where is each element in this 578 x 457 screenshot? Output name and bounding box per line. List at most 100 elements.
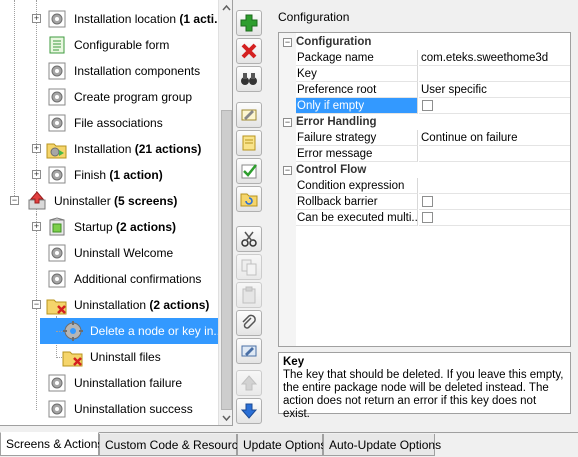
tree-item-file-associations[interactable]: File associations bbox=[46, 111, 163, 135]
property-error-message[interactable]: Error message bbox=[279, 146, 570, 162]
collapse-toggle[interactable]: − bbox=[10, 196, 19, 205]
property-only-if-empty[interactable]: Only if empty bbox=[279, 98, 570, 114]
expand-toggle[interactable]: + bbox=[32, 144, 41, 153]
paperclip-icon bbox=[242, 314, 256, 329]
property-value[interactable] bbox=[419, 146, 570, 162]
cut-button[interactable] bbox=[236, 226, 262, 252]
tree-item-uninstallation-success[interactable]: Uninstallation success bbox=[46, 397, 193, 421]
tree-item-finish[interactable]: Finish (1 action) bbox=[46, 163, 163, 187]
property-value[interactable] bbox=[419, 98, 570, 114]
property-value[interactable]: com.eteks.sweethome3d bbox=[419, 50, 570, 66]
scroll-down-arrow[interactable] bbox=[219, 410, 232, 425]
category-error-handling[interactable]: − Error Handling bbox=[279, 114, 570, 130]
collapse-toggle[interactable]: − bbox=[283, 118, 292, 127]
binoculars-icon bbox=[241, 73, 257, 85]
tree-line bbox=[36, 214, 37, 410]
check-button[interactable] bbox=[236, 158, 262, 184]
paste-icon bbox=[242, 286, 256, 304]
gear-icon bbox=[46, 164, 68, 186]
tree-item-delete-node-or-key[interactable]: Delete a node or key in... bbox=[62, 319, 223, 343]
only-if-empty-checkbox[interactable] bbox=[422, 100, 433, 111]
tab-update-options[interactable]: Update Options bbox=[237, 434, 326, 456]
gear-icon bbox=[62, 320, 84, 342]
collapse-toggle[interactable]: − bbox=[32, 300, 41, 309]
move-up-button[interactable] bbox=[236, 370, 262, 396]
tree-item-label: Uninstall Welcome bbox=[74, 246, 174, 260]
move-down-button[interactable] bbox=[236, 398, 262, 424]
expand-toggle[interactable]: + bbox=[32, 222, 41, 231]
tree-item-uninstallation-failure[interactable]: Uninstallation failure bbox=[46, 371, 182, 395]
tree-item-label: Configurable form bbox=[74, 38, 170, 52]
tree-item-installation[interactable]: Installation (21 actions) bbox=[46, 137, 201, 161]
tree-item-uninstall-welcome[interactable]: Uninstall Welcome bbox=[46, 241, 173, 265]
property-label: Rollback barrier bbox=[296, 194, 418, 210]
can-be-executed-checkbox[interactable] bbox=[422, 212, 433, 223]
tree-item-additional-confirmations[interactable]: Additional confirmations bbox=[46, 267, 201, 291]
property-preference-root[interactable]: Preference root User specific bbox=[279, 82, 570, 98]
screens-actions-tree[interactable]: + Installation location (1 acti... Confi… bbox=[0, 0, 233, 426]
rename-button[interactable] bbox=[236, 102, 262, 128]
property-package-name[interactable]: Package name com.eteks.sweethome3d bbox=[279, 50, 570, 66]
property-label: Key bbox=[296, 66, 418, 82]
delete-button[interactable] bbox=[236, 38, 262, 64]
property-rollback-barrier[interactable]: Rollback barrier bbox=[279, 194, 570, 210]
reload-button[interactable] bbox=[236, 186, 262, 212]
scroll-up-arrow[interactable] bbox=[219, 0, 232, 16]
link-button[interactable] bbox=[236, 310, 262, 336]
tree-item-label: Uninstall files bbox=[90, 350, 161, 364]
gear-icon bbox=[46, 86, 68, 108]
edit-button[interactable] bbox=[236, 338, 262, 364]
tree-item-uninstall-files[interactable]: Uninstall files bbox=[62, 345, 161, 369]
scrollbar-thumb[interactable] bbox=[221, 110, 232, 410]
property-label: Package name bbox=[296, 50, 418, 66]
tree-scrollbar[interactable] bbox=[218, 0, 232, 425]
copy-button[interactable] bbox=[236, 254, 262, 280]
expand-toggle[interactable]: + bbox=[32, 170, 41, 179]
comment-button[interactable] bbox=[236, 130, 262, 156]
property-label: Can be executed multi... bbox=[296, 210, 418, 226]
edit-icon bbox=[241, 345, 257, 357]
property-value[interactable] bbox=[419, 194, 570, 210]
property-value[interactable] bbox=[419, 178, 570, 194]
category-label: Error Handling bbox=[296, 116, 377, 128]
property-can-be-executed-multiple[interactable]: Can be executed multi... bbox=[279, 210, 570, 226]
property-label: Failure strategy bbox=[296, 130, 418, 146]
x-icon bbox=[241, 43, 257, 59]
gear-icon bbox=[46, 112, 68, 134]
expand-toggle[interactable]: + bbox=[32, 14, 41, 23]
tree-item-create-program-group[interactable]: Create program group bbox=[46, 85, 192, 109]
tree-item-installation-location[interactable]: Installation location (1 acti... bbox=[46, 7, 224, 31]
paste-button[interactable] bbox=[236, 282, 262, 308]
add-button[interactable] bbox=[236, 10, 262, 36]
tab-custom-code-resources[interactable]: Custom Code & Resources bbox=[99, 434, 250, 456]
tree-item-installation-components[interactable]: Installation components bbox=[46, 59, 200, 83]
property-condition-expression[interactable]: Condition expression bbox=[279, 178, 570, 194]
tree-item-uninstaller[interactable]: Uninstaller (5 screens) bbox=[26, 189, 177, 213]
property-key[interactable]: Key bbox=[279, 66, 570, 82]
property-value[interactable] bbox=[419, 210, 570, 226]
property-failure-strategy[interactable]: Failure strategy Continue on failure bbox=[279, 130, 570, 146]
category-configuration[interactable]: − Configuration bbox=[279, 34, 570, 50]
tree-item-count: (2 actions) bbox=[112, 220, 177, 234]
property-value[interactable]: Continue on failure bbox=[419, 130, 570, 146]
tab-screens-actions[interactable]: Screens & Actions bbox=[0, 432, 103, 456]
property-description: Key The key that should be deleted. If y… bbox=[278, 352, 571, 420]
plus-icon bbox=[240, 14, 258, 32]
description-text: The key that should be deleted. If you l… bbox=[283, 369, 564, 420]
tree-item-configurable-form[interactable]: Configurable form bbox=[46, 33, 169, 57]
tree-item-label: Create program group bbox=[74, 90, 193, 104]
panel-title: Configuration bbox=[278, 10, 350, 24]
collapse-toggle[interactable]: − bbox=[283, 166, 292, 175]
category-control-flow[interactable]: − Control Flow bbox=[279, 162, 570, 178]
rollback-barrier-checkbox[interactable] bbox=[422, 196, 433, 207]
property-value[interactable]: User specific bbox=[419, 82, 570, 98]
tree-item-uninstallation[interactable]: Uninstallation (2 actions) bbox=[46, 293, 209, 317]
gear-icon bbox=[46, 372, 68, 394]
collapse-toggle[interactable]: − bbox=[283, 38, 292, 47]
property-label: Error message bbox=[296, 146, 418, 162]
property-grid[interactable]: − Configuration Package name com.eteks.s… bbox=[278, 32, 571, 347]
find-button[interactable] bbox=[236, 66, 262, 92]
tab-auto-update-options[interactable]: Auto-Update Options bbox=[323, 434, 441, 456]
tree-item-startup[interactable]: Startup (2 actions) bbox=[46, 215, 176, 239]
property-value[interactable] bbox=[419, 66, 570, 82]
